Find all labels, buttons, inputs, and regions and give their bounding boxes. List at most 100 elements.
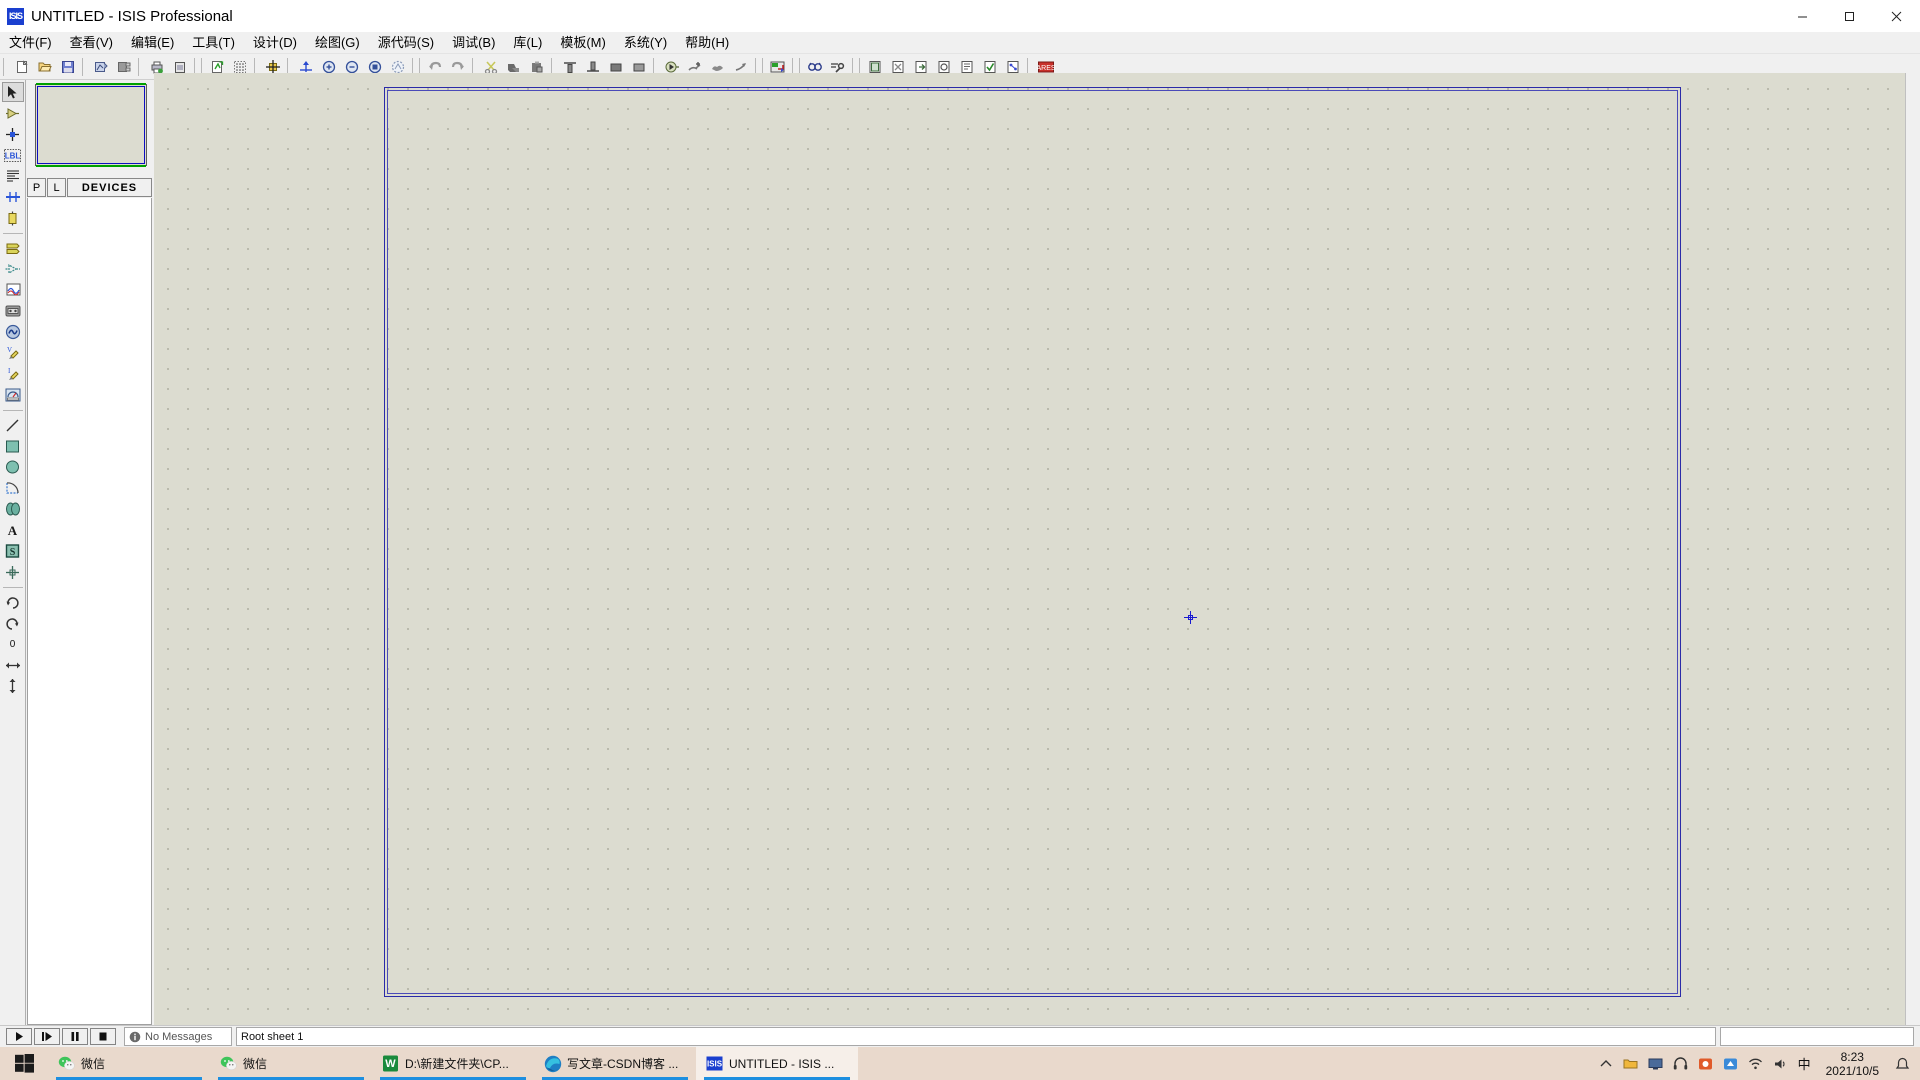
isis-icon: ISIS [706, 1055, 723, 1072]
voltage-probe-icon[interactable]: V [2, 343, 24, 363]
save-file-icon[interactable] [56, 56, 79, 78]
menu-file[interactable]: 文件(F) [0, 33, 61, 53]
junction-dot-icon[interactable] [2, 124, 24, 144]
rotate-clockwise-icon[interactable] [2, 592, 24, 612]
svg-text:ISIS: ISIS [707, 1060, 723, 1069]
new-file-icon[interactable] [10, 56, 33, 78]
schematic-canvas[interactable] [154, 73, 1920, 1025]
2d-circle-icon[interactable] [2, 457, 24, 477]
import-section-icon[interactable] [89, 56, 112, 78]
taskbar-clock[interactable]: 8:23 2021/10/5 [1820, 1050, 1885, 1078]
clock-time: 8:23 [1840, 1049, 1864, 1064]
svg-text:A: A [8, 523, 18, 537]
2d-line-icon[interactable] [2, 415, 24, 435]
play-button[interactable] [6, 1028, 32, 1045]
coordinate-status-field[interactable] [1720, 1027, 1914, 1046]
message-status-field[interactable]: No Messages [124, 1027, 232, 1046]
toolbar-sep-1 [82, 57, 86, 76]
taskbar-item-edge[interactable]: 写文章-CSDN博客 ... [534, 1047, 696, 1080]
menu-edit[interactable]: 编辑(E) [122, 33, 183, 53]
ime-indicator[interactable]: 中 [1798, 1054, 1811, 1073]
bus-mode-icon[interactable] [2, 187, 24, 207]
svg-text:I: I [8, 367, 11, 375]
device-pin-icon[interactable] [2, 259, 24, 279]
mode-toolstrip: LBL V I A S 0 [0, 80, 26, 1025]
menu-system[interactable]: 系统(Y) [615, 33, 676, 53]
tab-p[interactable]: P [27, 178, 46, 197]
mirror-horizontal-icon[interactable] [2, 655, 24, 675]
pause-button[interactable] [62, 1028, 88, 1045]
component-mode-icon[interactable] [2, 103, 24, 123]
toolstrip-sep-3 [2, 587, 23, 588]
export-section-icon[interactable] [112, 56, 135, 78]
folder-icon[interactable] [1623, 1056, 1639, 1072]
maximize-button[interactable] [1826, 0, 1873, 32]
2d-arc-icon[interactable] [2, 478, 24, 498]
app1-icon[interactable] [1698, 1056, 1714, 1072]
text-script-icon[interactable] [2, 166, 24, 186]
2d-text-icon[interactable]: A [2, 520, 24, 540]
step-button[interactable] [34, 1028, 60, 1045]
graph-mode-icon[interactable] [2, 280, 24, 300]
svg-text:W: W [385, 1058, 396, 1070]
app-icon: ISIS [7, 7, 24, 25]
taskbar-item-wechat-1[interactable]: 微信 [48, 1047, 210, 1080]
screen-icon[interactable] [1648, 1056, 1664, 1072]
canvas-vertical-scrollbar[interactable] [1905, 73, 1920, 1025]
close-button[interactable] [1873, 0, 1920, 32]
menu-debug[interactable]: 调试(B) [443, 33, 504, 53]
info-icon [129, 1031, 141, 1043]
generator-icon[interactable] [2, 322, 24, 342]
preview-sheet-border [37, 86, 145, 164]
terminals-icon[interactable] [2, 238, 24, 258]
taskbar-label: UNTITLED - ISIS ... [729, 1056, 835, 1071]
menu-source[interactable]: 源代码(S) [369, 33, 443, 53]
start-button[interactable] [0, 1047, 48, 1080]
menu-help[interactable]: 帮助(H) [676, 33, 738, 53]
open-file-icon[interactable] [33, 56, 56, 78]
volume-icon[interactable] [1773, 1056, 1789, 1072]
taskbar-item-wps[interactable]: W D:\新建文件夹\CP... [372, 1047, 534, 1080]
window-controls [1779, 0, 1920, 32]
menu-template[interactable]: 模板(M) [551, 33, 615, 53]
mirror-vertical-icon[interactable] [2, 676, 24, 696]
overview-preview-sheet [35, 83, 147, 167]
rotate-anticlockwise-icon[interactable] [2, 613, 24, 633]
menu-graph[interactable]: 绘图(G) [306, 33, 369, 53]
menu-bar: 文件(F) 查看(V) 编辑(E) 工具(T) 设计(D) 绘图(G) 源代码(… [0, 32, 1920, 54]
stop-button[interactable] [90, 1028, 116, 1045]
subcircuit-icon[interactable] [2, 208, 24, 228]
system-tray: 中 8:23 2021/10/5 [1598, 1047, 1920, 1080]
menu-tools[interactable]: 工具(T) [183, 33, 244, 53]
2d-symbol-icon[interactable]: S [2, 541, 24, 561]
2d-box-icon[interactable] [2, 436, 24, 456]
svg-text:ARES: ARES [1037, 65, 1055, 72]
menu-library[interactable]: 库(L) [504, 33, 551, 53]
clock-date: 2021/10/5 [1825, 1063, 1879, 1078]
devices-header[interactable]: DEVICES [67, 178, 152, 197]
network-icon[interactable] [1748, 1056, 1764, 1072]
minimize-button[interactable] [1779, 0, 1826, 32]
selection-mode-icon[interactable] [1, 82, 24, 102]
overview-preview[interactable] [27, 80, 152, 178]
taskbar-item-wechat-2[interactable]: 微信 [210, 1047, 372, 1080]
taskbar-item-isis[interactable]: ISIS UNTITLED - ISIS ... [696, 1047, 858, 1080]
current-probe-icon[interactable]: I [2, 364, 24, 384]
2d-path-icon[interactable] [2, 499, 24, 519]
tab-l[interactable]: L [47, 178, 66, 197]
rotation-angle-text: 0 [9, 638, 16, 650]
notification-center-icon[interactable] [1894, 1056, 1910, 1072]
sheet-status-field[interactable]: Root sheet 1 [236, 1027, 1716, 1046]
rotation-angle-value[interactable]: 0 [2, 634, 24, 654]
crosshair-center [1188, 615, 1193, 620]
app2-icon[interactable] [1723, 1056, 1739, 1072]
menu-design[interactable]: 设计(D) [244, 33, 306, 53]
menu-view[interactable]: 查看(V) [61, 33, 122, 53]
device-list[interactable] [27, 198, 152, 1025]
2d-marker-icon[interactable] [2, 562, 24, 582]
hidden-icons-icon[interactable] [1598, 1056, 1614, 1072]
virtual-instrument-icon[interactable] [2, 385, 24, 405]
wire-label-icon[interactable]: LBL [2, 145, 24, 165]
headphone-icon[interactable] [1673, 1056, 1689, 1072]
tape-recorder-icon[interactable] [2, 301, 24, 321]
